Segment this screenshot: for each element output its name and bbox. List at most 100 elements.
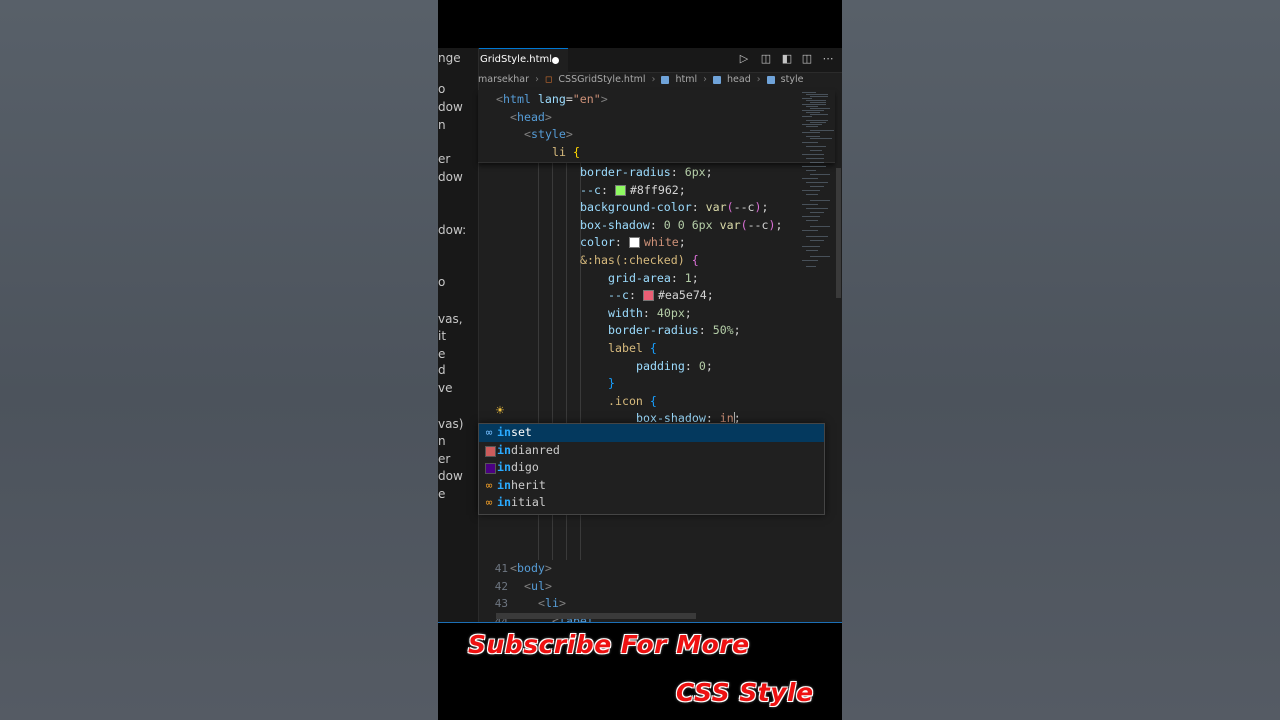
code-line[interactable]: --c: #ea5e74; (608, 287, 714, 305)
horizontal-scrollbar[interactable] (496, 613, 696, 619)
vertical-scrollbar[interactable] (836, 168, 841, 298)
minimap-line (806, 126, 818, 127)
code-token: width (608, 305, 643, 320)
code-line[interactable]: .icon { (608, 393, 657, 411)
breadcrumb: marsekhar › ◻ CSSGridStyle.html › html ›… (478, 74, 803, 90)
code-line[interactable]: label { (608, 340, 657, 358)
code-line[interactable]: border-radius: 50%; (608, 322, 741, 340)
code-token: : (698, 323, 713, 338)
suggestion-item[interactable]: indigo (479, 459, 824, 477)
code-line[interactable]: background-color: var(--c); (580, 199, 769, 217)
code-token: ; (684, 305, 692, 320)
keyword-icon: ∞ (485, 496, 493, 510)
suggestion-item[interactable]: ∞ inherit (479, 477, 824, 495)
suggestion-label: inset (497, 424, 532, 442)
code-token: > (544, 578, 552, 593)
code-line[interactable]: color: white; (580, 234, 686, 252)
breadcrumb-item[interactable]: CSSGridStyle.html (558, 74, 645, 85)
code-token: "en" (572, 92, 601, 106)
unsaved-dot-icon[interactable] (552, 57, 559, 64)
breadcrumb-item[interactable]: html (675, 74, 697, 85)
sticky-code-line[interactable]: li { (552, 144, 580, 162)
code-area[interactable]: border-radius: 6px; --c: #8ff962; backgrou… (478, 90, 838, 622)
minimap-line (802, 178, 818, 179)
minimap-line (802, 124, 822, 125)
color-swatch-icon[interactable] (642, 290, 654, 302)
minimap-line (802, 166, 826, 167)
code-line[interactable]: <ul> (524, 578, 552, 596)
symbol-icon (713, 75, 721, 84)
code-line[interactable]: grid-area: 1; (608, 270, 699, 288)
more-actions-icon[interactable]: ⋯ (821, 52, 835, 66)
code-line[interactable]: <li> (538, 595, 566, 613)
code-token: var (719, 217, 741, 232)
breadcrumb-item[interactable]: marsekhar (478, 74, 529, 85)
suggestion-rest: dianred (510, 442, 560, 457)
code-line[interactable]: box-shadow: 0 0 6px var(--c); (580, 217, 782, 235)
minimap-line (810, 186, 824, 187)
breadcrumb-item[interactable]: style (781, 74, 804, 85)
minimap-line (802, 190, 820, 191)
code-token: #ea5e74; (657, 288, 714, 303)
minimap-line (810, 256, 830, 257)
code-token: --c (608, 288, 629, 303)
code-token: 40px (656, 305, 685, 320)
code-token: { (572, 144, 580, 159)
keyword-icon: ∞ (485, 478, 493, 492)
keyword-icon: ∞ (485, 426, 493, 439)
suggestion-item[interactable]: ∞ inset (479, 424, 824, 442)
minimap-line (806, 112, 820, 113)
suggestion-item[interactable]: ∞ initial (479, 494, 824, 512)
side-panel-text: dow (438, 100, 463, 114)
suggestion-item[interactable]: indianred (479, 442, 824, 460)
side-panel-text: er (438, 452, 451, 466)
breadcrumb-item[interactable]: head (727, 74, 751, 85)
minimap-line (810, 102, 826, 103)
code-line[interactable]: width: 40px; (608, 305, 692, 323)
symbol-icon (766, 75, 775, 84)
code-line[interactable]: border-radius: 6px; (580, 164, 713, 182)
code-token: < (538, 596, 545, 611)
code-token: < (496, 92, 503, 106)
lightbulb-icon[interactable]: ☀ (495, 404, 505, 417)
minimap[interactable] (798, 90, 834, 290)
minimap-line (810, 212, 824, 213)
code-line[interactable]: <body> (510, 560, 552, 578)
minimap-line (810, 114, 828, 115)
suggestion-label: indigo (497, 459, 539, 477)
minimap-line (806, 208, 828, 209)
code-line[interactable]: } (608, 375, 615, 393)
minimap-line (802, 142, 818, 143)
code-line[interactable]: --c: #8ff962; (580, 182, 686, 200)
line-number: 42 (494, 579, 508, 593)
run-icon[interactable]: ▷ (737, 52, 751, 66)
compare-icon[interactable]: ◧ (780, 52, 794, 66)
code-token: --c (580, 182, 601, 197)
minimap-line (806, 182, 828, 183)
side-panel-text: d (438, 363, 446, 377)
promo-line-2: CSS Style (676, 678, 814, 707)
minimap-line (806, 194, 818, 195)
suggestion-label: initial (497, 494, 546, 512)
code-line[interactable]: padding: 0; (636, 358, 713, 376)
open-preview-icon[interactable]: ◫ (759, 52, 773, 66)
symbol-icon (661, 75, 670, 84)
minimap-line (802, 110, 824, 111)
suggestion-rest: digo (510, 460, 539, 475)
code-token: { (691, 253, 699, 267)
code-line[interactable]: &:has(:checked) { (580, 252, 699, 270)
minimap-line (806, 170, 816, 171)
sticky-code-line[interactable]: <head> (510, 109, 552, 127)
suggestion-rest: itial (510, 495, 546, 510)
color-swatch-icon[interactable] (614, 184, 626, 196)
sticky-code-line[interactable]: <html lang="en"> (496, 91, 608, 109)
split-editor-icon[interactable]: ◫ (800, 52, 814, 66)
color-swatch-icon[interactable] (628, 237, 640, 249)
tab-gridstyle-html[interactable]: GridStyle.html (478, 48, 568, 73)
side-panel-text: dow (438, 469, 463, 483)
minimap-line (806, 220, 818, 221)
sticky-code-line[interactable]: <style> (524, 126, 573, 144)
